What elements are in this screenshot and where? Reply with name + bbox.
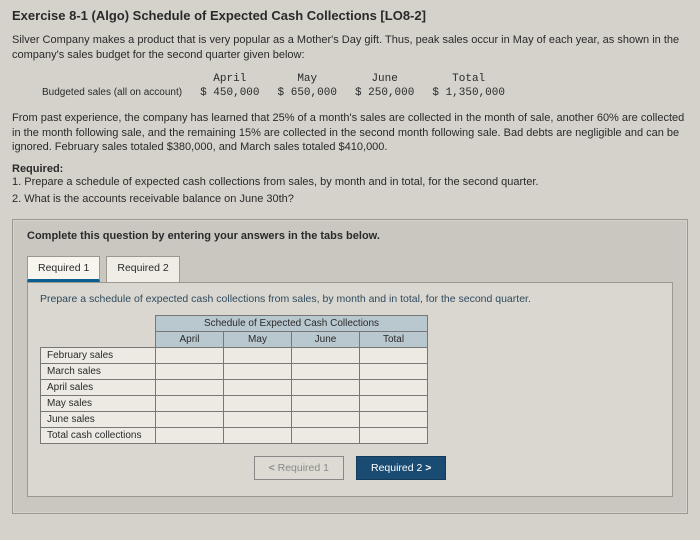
input-cell[interactable] xyxy=(360,347,428,363)
chevron-right-icon: > xyxy=(425,462,431,474)
row-feb-label: February sales xyxy=(41,347,156,363)
input-cell[interactable] xyxy=(224,411,292,427)
input-cell[interactable] xyxy=(292,347,360,363)
row-may-label: May sales xyxy=(41,395,156,411)
schedule-title: Schedule of Expected Cash Collections xyxy=(156,315,428,331)
input-cell[interactable] xyxy=(156,395,224,411)
answer-panel: Complete this question by entering your … xyxy=(12,219,688,514)
panel-instruction: Complete this question by entering your … xyxy=(27,230,673,242)
budget-col-may: May xyxy=(270,73,345,85)
input-cell[interactable] xyxy=(360,379,428,395)
input-cell[interactable] xyxy=(360,395,428,411)
input-cell[interactable] xyxy=(292,411,360,427)
input-cell[interactable] xyxy=(292,427,360,443)
table-row: May sales xyxy=(41,395,428,411)
sched-hdr-total: Total xyxy=(360,331,428,347)
input-cell[interactable] xyxy=(156,363,224,379)
schedule-table: Schedule of Expected Cash Collections Ap… xyxy=(40,315,428,444)
required-item-1: 1. Prepare a schedule of expected cash c… xyxy=(12,175,688,190)
input-cell[interactable] xyxy=(360,427,428,443)
row-mar-label: March sales xyxy=(41,363,156,379)
chevron-left-icon: < xyxy=(269,462,275,474)
tab-required-1[interactable]: Required 1 xyxy=(27,256,100,282)
budget-col-april: April xyxy=(192,73,267,85)
input-cell[interactable] xyxy=(224,347,292,363)
input-cell[interactable] xyxy=(292,363,360,379)
budget-col-june: June xyxy=(347,73,422,85)
sched-hdr-june: June xyxy=(292,331,360,347)
row-apr-label: April sales xyxy=(41,379,156,395)
tab-strip: Required 1 Required 2 xyxy=(27,256,673,282)
budget-june-value: $ 250,000 xyxy=(347,87,422,99)
budget-table: April May June Total Budgeted sales (all… xyxy=(32,71,515,101)
input-cell[interactable] xyxy=(156,411,224,427)
table-row: February sales xyxy=(41,347,428,363)
table-row: Total cash collections xyxy=(41,427,428,443)
budget-total-value: $ 1,350,000 xyxy=(424,87,513,99)
sched-hdr-may: May xyxy=(224,331,292,347)
input-cell[interactable] xyxy=(292,395,360,411)
tab-body: Prepare a schedule of expected cash coll… xyxy=(27,282,673,497)
budget-col-total: Total xyxy=(424,73,513,85)
budget-row-label: Budgeted sales (all on account) xyxy=(34,87,190,99)
row-tot-label: Total cash collections xyxy=(41,427,156,443)
input-cell[interactable] xyxy=(360,411,428,427)
budget-april-value: $ 450,000 xyxy=(192,87,267,99)
required-label: Required: xyxy=(12,163,688,175)
input-cell[interactable] xyxy=(156,427,224,443)
input-cell[interactable] xyxy=(224,363,292,379)
input-cell[interactable] xyxy=(224,395,292,411)
input-cell[interactable] xyxy=(156,379,224,395)
table-row: April sales xyxy=(41,379,428,395)
prev-button-label: Required 1 xyxy=(278,462,329,474)
input-cell[interactable] xyxy=(224,427,292,443)
prev-button[interactable]: < Required 1 xyxy=(254,456,344,480)
required-item-2: 2. What is the accounts receivable balan… xyxy=(12,192,688,207)
tab1-description: Prepare a schedule of expected cash coll… xyxy=(40,293,660,305)
table-row: June sales xyxy=(41,411,428,427)
intro-paragraph: Silver Company makes a product that is v… xyxy=(12,33,688,63)
row-jun-label: June sales xyxy=(41,411,156,427)
input-cell[interactable] xyxy=(292,379,360,395)
exercise-title: Exercise 8-1 (Algo) Schedule of Expected… xyxy=(12,8,688,23)
budget-may-value: $ 650,000 xyxy=(270,87,345,99)
tab-required-2[interactable]: Required 2 xyxy=(106,256,179,282)
input-cell[interactable] xyxy=(224,379,292,395)
input-cell[interactable] xyxy=(360,363,428,379)
next-button-label: Required 2 xyxy=(371,462,422,474)
table-row: March sales xyxy=(41,363,428,379)
input-cell[interactable] xyxy=(156,347,224,363)
experience-paragraph: From past experience, the company has le… xyxy=(12,111,688,156)
sched-hdr-april: April xyxy=(156,331,224,347)
next-button[interactable]: Required 2 > xyxy=(356,456,446,480)
